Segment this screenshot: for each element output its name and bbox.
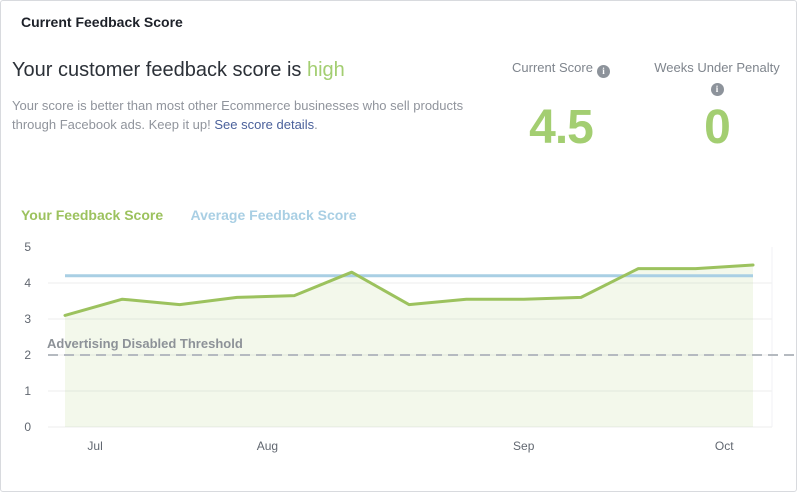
headline-highlight: high (307, 59, 345, 81)
description-line2: through Facebook ads. Keep it up! (12, 117, 214, 132)
y-axis-label-0: 0 (24, 420, 31, 434)
x-axis-label-sep: Sep (513, 439, 535, 453)
current-score-stat: Current Score 4.5 (496, 60, 626, 160)
current-score-label: Current Score (496, 60, 626, 78)
current-score-label-text: Current Score (512, 60, 593, 75)
y-axis-label-3: 3 (24, 312, 31, 326)
info-icon[interactable] (711, 83, 724, 96)
weeks-under-penalty-icon-row (652, 77, 782, 96)
see-score-details-link[interactable]: See score details (214, 117, 314, 132)
legend-average-feedback-score[interactable]: Average Feedback Score (191, 207, 357, 223)
y-axis-label-2: 2 (24, 348, 31, 362)
chart-legend: Your Feedback Score Average Feedback Sco… (21, 207, 357, 223)
description-line1: Your score is better than most other Eco… (12, 98, 463, 113)
y-axis-label-1: 1 (24, 384, 31, 398)
weeks-under-penalty-stat: Weeks Under Penalty 0 (652, 60, 782, 160)
weeks-under-penalty-label: Weeks Under Penalty (652, 60, 782, 75)
info-icon[interactable] (597, 65, 610, 78)
weeks-under-penalty-value: 0 (652, 102, 782, 154)
headline-text: Your customer feedback score is (12, 59, 307, 81)
legend-your-feedback-score[interactable]: Your Feedback Score (21, 207, 163, 223)
current-score-value: 4.5 (496, 102, 626, 154)
advertising-disabled-threshold-label: Advertising Disabled Threshold (47, 336, 243, 351)
headline: Your customer feedback score is high (12, 59, 345, 82)
x-axis-label-aug: Aug (257, 439, 278, 453)
card-title: Current Feedback Score (21, 14, 183, 30)
y-axis-label-5: 5 (24, 240, 31, 254)
current-feedback-score-card: Current Feedback Score Your customer fee… (0, 0, 797, 492)
y-axis-label-4: 4 (24, 276, 31, 290)
x-axis-label-jul: Jul (87, 439, 102, 453)
description: Your score is better than most other Eco… (12, 96, 463, 134)
x-axis-label-oct: Oct (715, 439, 734, 453)
description-period: . (314, 117, 318, 132)
feedback-score-chart: Advertising Disabled Threshold 5 4 3 2 1 0 Jul A… (1, 236, 797, 481)
